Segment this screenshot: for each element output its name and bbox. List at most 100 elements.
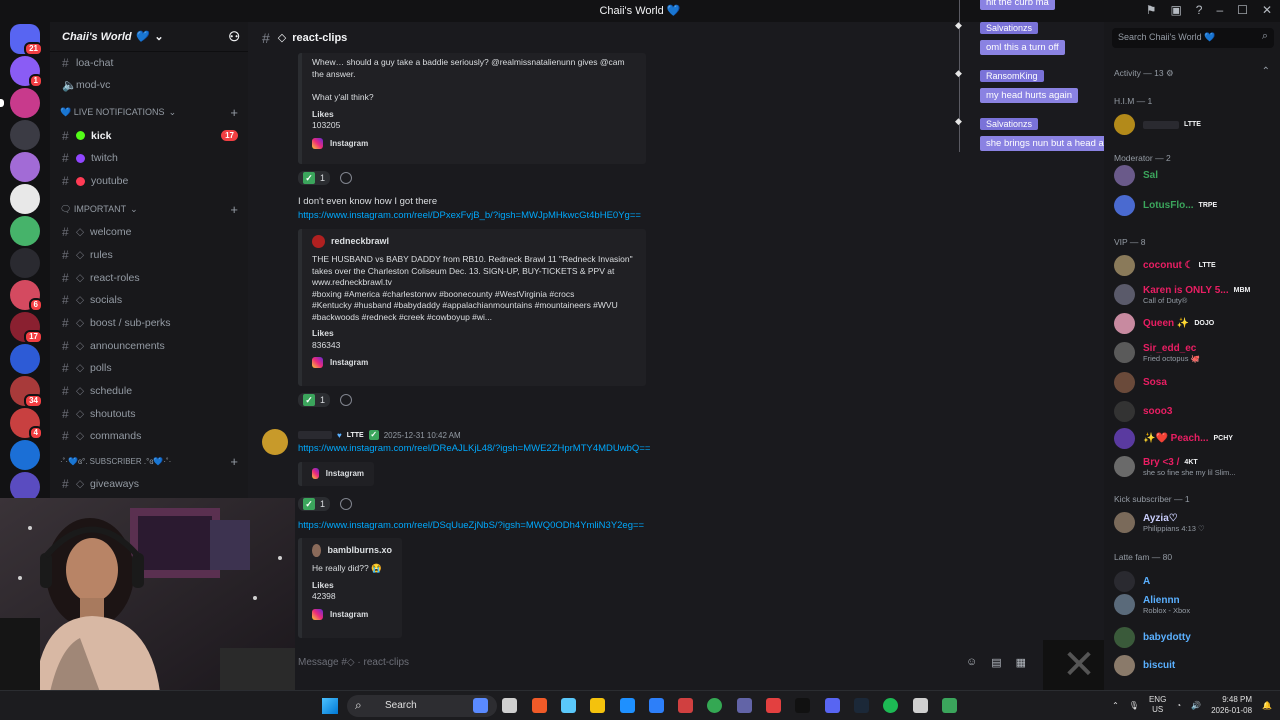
member-row[interactable]: A xyxy=(1114,571,1276,592)
channel-loa-chat[interactable]: # loa-chat xyxy=(50,52,248,74)
channel-welcome[interactable]: # ◇ welcome xyxy=(50,221,248,244)
guild-header[interactable]: Chaii's World 💙 ⌄ ⚇ xyxy=(50,22,248,52)
server-icon[interactable] xyxy=(10,216,40,246)
close-button[interactable]: ✕ xyxy=(1262,3,1272,17)
server-icon[interactable] xyxy=(10,248,40,278)
minimize-button[interactable]: – xyxy=(1216,3,1223,17)
inbox-icon[interactable]: ⚑ xyxy=(1146,3,1157,17)
channel-react-roles[interactable]: # ◇ react-roles xyxy=(50,266,248,289)
tiktok-app-icon[interactable] xyxy=(795,698,811,713)
chevron-down-icon[interactable]: ⌄ xyxy=(154,30,163,43)
add-reaction-icon[interactable] xyxy=(340,394,353,406)
app-icon[interactable] xyxy=(678,698,694,713)
server-icon[interactable]: 6 xyxy=(10,280,43,312)
channel-polls[interactable]: # ◇ polls xyxy=(50,357,248,380)
message-link[interactable]: https://www.instagram.com/reel/DPxexFvjB… xyxy=(298,210,641,221)
username-redacted[interactable] xyxy=(298,431,332,439)
channel-schedule[interactable]: # ◇ schedule xyxy=(50,380,248,403)
server-icon[interactable]: 1 xyxy=(10,56,43,88)
voice-channel-mod-vc[interactable]: 🔈 mod-vc xyxy=(50,74,248,97)
copilot-app-icon[interactable] xyxy=(560,698,576,713)
channel-shoutouts[interactable]: # ◇ shoutouts xyxy=(50,402,248,425)
add-reaction-icon[interactable] xyxy=(340,172,353,184)
maximize-button[interactable]: ☐ xyxy=(1237,3,1248,17)
add-reaction-icon[interactable] xyxy=(340,498,353,510)
server-icon[interactable] xyxy=(10,184,40,214)
user-avatar[interactable] xyxy=(262,429,288,455)
member-row[interactable]: Ayzia♡ Philippians 4:13 ♡ xyxy=(1114,512,1276,533)
reaction-check[interactable]: ✓ 1 xyxy=(298,497,331,511)
steam-app-icon[interactable] xyxy=(853,698,869,713)
teams-app-icon[interactable] xyxy=(736,698,752,713)
member-row[interactable]: Sir_edd_ec Fried octopus 🐙 xyxy=(1114,342,1276,363)
member-row[interactable]: Sal xyxy=(1114,165,1276,186)
language-indicator[interactable]: ENG US xyxy=(1149,695,1166,715)
channel-twitch[interactable]: # twitch xyxy=(50,147,248,170)
app-icon[interactable] xyxy=(941,698,957,713)
spotify-app-icon[interactable] xyxy=(883,698,899,713)
member-row[interactable]: Queen ✨ DOJO xyxy=(1114,313,1276,334)
member-row[interactable]: ✨❤️ Peach... PCHY xyxy=(1114,428,1276,449)
wifi-icon[interactable]: ◔ xyxy=(1176,701,1181,710)
file-app-icon[interactable] xyxy=(502,698,518,713)
member-row[interactable]: biscuit xyxy=(1114,655,1276,676)
app-icon[interactable] xyxy=(912,698,928,713)
member-row[interactable]: coconut ☾ LTTE xyxy=(1114,255,1276,276)
channel-rules[interactable]: # ◇ rules xyxy=(50,244,248,267)
chevron-up-icon[interactable]: ⌃ xyxy=(1112,701,1119,710)
channel-announcements[interactable]: # ◇ announcements xyxy=(50,334,248,357)
member-him[interactable]: LTTE xyxy=(1114,114,1276,135)
search-input[interactable]: Search Chaii's World 💙 xyxy=(1112,28,1274,48)
member-row[interactable]: LotusFlo... TRPE xyxy=(1114,195,1276,216)
collapse-icon[interactable]: ⌃ xyxy=(1262,66,1270,77)
member-row[interactable]: Sosa xyxy=(1114,372,1276,393)
message-input[interactable]: Message #◇ · react-clips xyxy=(294,652,1034,674)
server-icon[interactable] xyxy=(10,120,40,150)
chrome-app-icon[interactable] xyxy=(707,698,723,713)
reaction-check[interactable]: ✓ 1 xyxy=(298,393,331,407)
brave-app-icon[interactable] xyxy=(531,698,547,713)
threads-icon[interactable]: ▣ xyxy=(1170,3,1181,17)
member-row[interactable]: Karen is ONLY 5... MBM Call of Duty® xyxy=(1114,284,1276,305)
server-icon[interactable] xyxy=(0,88,40,118)
server-icon[interactable] xyxy=(10,440,40,470)
server-icon[interactable]: 34 xyxy=(10,376,43,408)
channel-kick[interactable]: # kick 17 xyxy=(50,124,248,147)
category-important[interactable]: 🗨 IMPORTANT ⌄ + xyxy=(50,198,248,221)
channel-boost-sub-perks[interactable]: # ◇ boost / sub-perks xyxy=(50,312,248,335)
emoji-icon[interactable]: ☺ xyxy=(966,656,977,669)
game-app-icon[interactable] xyxy=(766,698,781,713)
category-live-notifications[interactable]: 💙 LIVE NOTIFICATIONS ⌄ + xyxy=(50,102,248,125)
search-icon[interactable]: ⌕ xyxy=(1262,30,1268,43)
azure-app-icon[interactable] xyxy=(648,698,664,713)
member-row[interactable]: Aliennn Roblox - Xbox xyxy=(1114,594,1276,615)
volume-icon[interactable]: 🔊 xyxy=(1191,701,1201,710)
server-icon[interactable]: 4 xyxy=(10,408,43,440)
start-icon[interactable] xyxy=(322,698,338,714)
add-channel-icon[interactable]: + xyxy=(230,454,238,469)
cursor-app-icon[interactable] xyxy=(473,698,488,713)
channel-giveaways[interactable]: # ◇ giveaways xyxy=(50,472,248,495)
clock[interactable]: 9:48 PM 2026-01-08 xyxy=(1211,694,1252,716)
direct-messages-icon[interactable]: 21 xyxy=(10,24,43,56)
server-icon[interactable]: 17 xyxy=(10,312,43,344)
channel-socials[interactable]: # ◇ socials xyxy=(50,289,248,312)
edge-app-icon[interactable] xyxy=(619,698,635,713)
server-icon[interactable] xyxy=(10,152,40,182)
discord-app-icon[interactable] xyxy=(824,698,840,713)
message-link[interactable]: https://www.instagram.com/reel/DSqUueZjN… xyxy=(298,520,644,531)
add-channel-icon[interactable]: + xyxy=(230,202,238,217)
help-icon[interactable]: ? xyxy=(1196,3,1203,17)
sticker-icon[interactable]: ▦ xyxy=(1016,656,1026,669)
member-row[interactable]: sooo3 xyxy=(1114,401,1276,422)
server-icon[interactable] xyxy=(10,344,40,374)
notification-bell-icon[interactable]: 🔔 xyxy=(1262,701,1272,710)
message-link[interactable]: https://www.instagram.com/reel/DReAJLKjL… xyxy=(298,443,650,454)
channel-youtube[interactable]: # youtube xyxy=(50,170,248,193)
mic-icon[interactable]: 🎙 xyxy=(1129,701,1139,710)
reaction-check[interactable]: ✓ 1 xyxy=(298,171,331,185)
member-row[interactable]: babydotty xyxy=(1114,627,1276,648)
category-subscriber[interactable]: ·˚·💙ɞ°. SUBSCRIBER .°ɞ💙·˚· + xyxy=(50,450,248,473)
gif-icon[interactable]: ▤ xyxy=(991,656,1001,669)
activity-header[interactable]: Activity — 13 ⚙ xyxy=(1114,68,1174,79)
